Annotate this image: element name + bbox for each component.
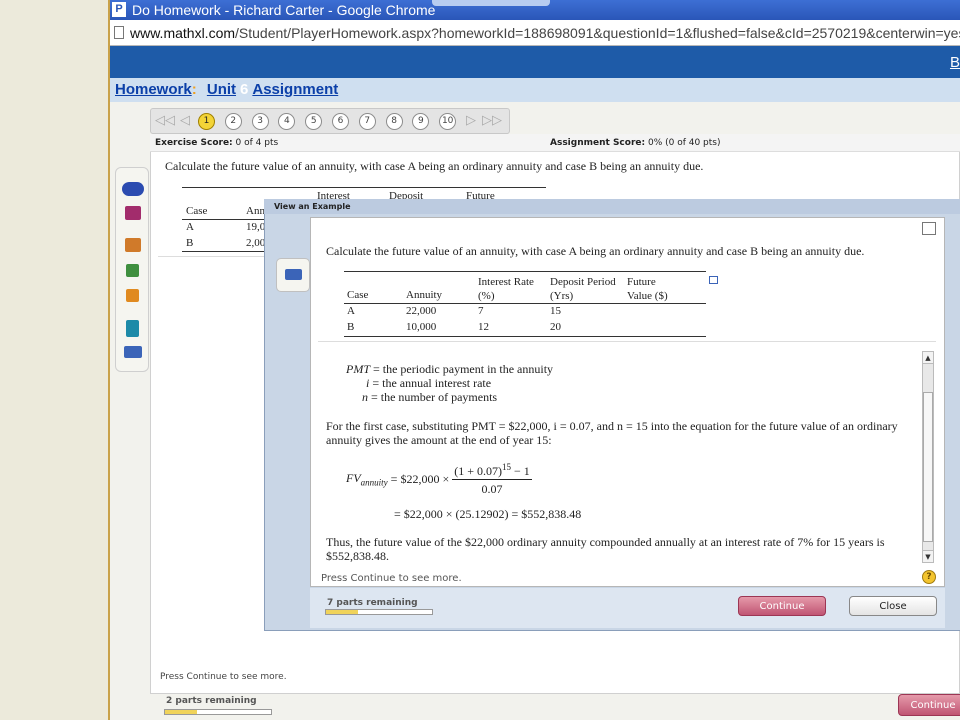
first-question-icon[interactable]: ◁◁ <box>155 113 175 128</box>
breadcrumb-unit-number: 6 <box>240 81 249 98</box>
notebook-icon[interactable] <box>125 238 141 252</box>
status-text: Press Continue to see more. <box>160 672 287 682</box>
scroll-up-icon[interactable]: ▲ <box>923 352 933 364</box>
breadcrumb-separator: : <box>191 81 197 98</box>
table-cell: 12 <box>478 321 489 333</box>
tools-sidebar <box>115 167 149 372</box>
window-title: Do Homework - Richard Carter - Google Ch… <box>132 2 436 18</box>
table-cell: A <box>347 305 355 317</box>
continue-button[interactable]: Continue <box>898 694 960 716</box>
print-icon[interactable] <box>124 346 142 358</box>
table-cell: 7 <box>478 305 484 317</box>
table-header: Interest Rate (%) <box>478 276 534 302</box>
table-cell: 19,0 <box>246 221 266 233</box>
page-icon <box>114 26 124 39</box>
scroll-thumb[interactable] <box>923 392 933 542</box>
table-cell: 22,000 <box>406 305 437 317</box>
site-header <box>110 46 960 78</box>
parts-remaining: 7 parts remaining <box>327 598 418 608</box>
maximize-icon[interactable] <box>922 222 936 235</box>
parts-remaining: 2 parts remaining <box>166 696 257 706</box>
breadcrumb-assignment[interactable]: Assignment <box>252 81 338 98</box>
breadcrumb-unit[interactable]: Unit <box>207 81 236 98</box>
equation: FVannuity = $22,000 × (1 + 0.07)15 − 1 0… <box>346 462 532 496</box>
previous-question-icon[interactable]: ◁ <box>180 113 190 128</box>
table-cell: 10,000 <box>406 321 437 333</box>
question-number-7[interactable]: 7 <box>358 113 376 130</box>
question-number-3[interactable]: 3 <box>251 113 269 130</box>
scroll-down-icon[interactable]: ▼ <box>923 550 933 562</box>
address-bar[interactable]: www.mathxl.com/Student/PlayerHomework.as… <box>110 20 960 46</box>
app-logo-icon: P <box>112 2 126 17</box>
breadcrumb: Homework: Unit 6 Assignment <box>110 78 960 102</box>
view-example-icon[interactable] <box>126 289 139 302</box>
parts-progress-bar <box>325 609 433 615</box>
question-number-2[interactable]: 2 <box>224 113 242 130</box>
help-icon[interactable]: ? <box>922 570 936 584</box>
table-header: Annuity <box>406 289 443 301</box>
dialog-status-text: Press Continue to see more. <box>321 573 462 584</box>
definition-n: n = the number of payments <box>362 390 498 404</box>
parts-progress-bar <box>164 709 272 715</box>
scrollbar[interactable]: ▲ ▼ <box>922 351 934 563</box>
question-text: Calculate the future value of an annuity… <box>165 159 704 173</box>
url-domain: www.mathxl.com <box>130 25 236 41</box>
question-number-1[interactable]: 1 <box>198 113 215 130</box>
table-cell: B <box>347 321 355 333</box>
solution-conclusion: Thus, the future value of the $22,000 or… <box>326 535 885 563</box>
divider <box>318 341 936 342</box>
table-header: Future Value ($) <box>627 276 668 302</box>
table-cell: A <box>186 221 194 233</box>
url-path: /Student/PlayerHomework.aspx?homeworkId=… <box>235 25 960 41</box>
table-header: Case <box>347 289 369 301</box>
table-rule <box>344 303 706 304</box>
desktop-background <box>0 0 108 720</box>
question-number-8[interactable]: 8 <box>385 113 403 130</box>
table-header: Case <box>186 205 208 217</box>
table-cell: 15 <box>550 305 561 317</box>
breadcrumb-homework[interactable]: Homework <box>115 81 192 98</box>
table-rule <box>344 336 706 337</box>
table-header: Deposit Period (Yrs) <box>550 276 616 302</box>
definition-i: i = the annual interest rate <box>366 376 492 390</box>
dialog-question-text: Calculate the future value of an annuity… <box>326 244 865 258</box>
table-rule <box>182 219 272 220</box>
table-rule <box>182 251 272 252</box>
close-button[interactable]: Close <box>849 596 937 616</box>
dialog-tools <box>276 258 310 292</box>
next-question-icon[interactable]: ▷ <box>466 113 476 128</box>
definition-pmt: PMT = the periodic payment in the annuit… <box>346 362 554 376</box>
equation-result: = $22,000 × (25.12902) = $552,838.48 <box>394 507 582 521</box>
question-number-6[interactable]: 6 <box>332 113 349 130</box>
textbook-icon[interactable] <box>125 206 141 220</box>
table-rule <box>182 187 546 188</box>
dialog-title: View an Example <box>264 199 960 214</box>
assignment-score: Assignment Score: 0% (0 of 40 pts) <box>550 138 721 148</box>
table-cell: 2,00 <box>246 237 266 249</box>
solution-paragraph: For the first case, substituting PMT = $… <box>326 419 898 447</box>
definitions-list: PMT = the periodic payment in the annuit… <box>346 362 553 404</box>
table-cell: B <box>186 237 194 249</box>
print-icon[interactable] <box>285 269 302 280</box>
continue-button[interactable]: Continue <box>738 596 826 616</box>
divider <box>158 256 268 257</box>
help-me-solve-icon[interactable] <box>126 264 139 277</box>
numbers-icon[interactable] <box>122 182 144 196</box>
header-link[interactable]: B <box>950 54 960 71</box>
copy-table-icon[interactable] <box>709 276 718 284</box>
calculator-icon[interactable] <box>126 320 139 337</box>
table-rule <box>344 271 706 272</box>
last-question-icon[interactable]: ▷▷ <box>482 113 502 128</box>
exercise-score: Exercise Score: 0 of 4 pts <box>155 138 279 148</box>
table-cell: 20 <box>550 321 561 333</box>
table-header: Ann <box>246 205 265 217</box>
browser-tab[interactable] <box>432 0 550 6</box>
